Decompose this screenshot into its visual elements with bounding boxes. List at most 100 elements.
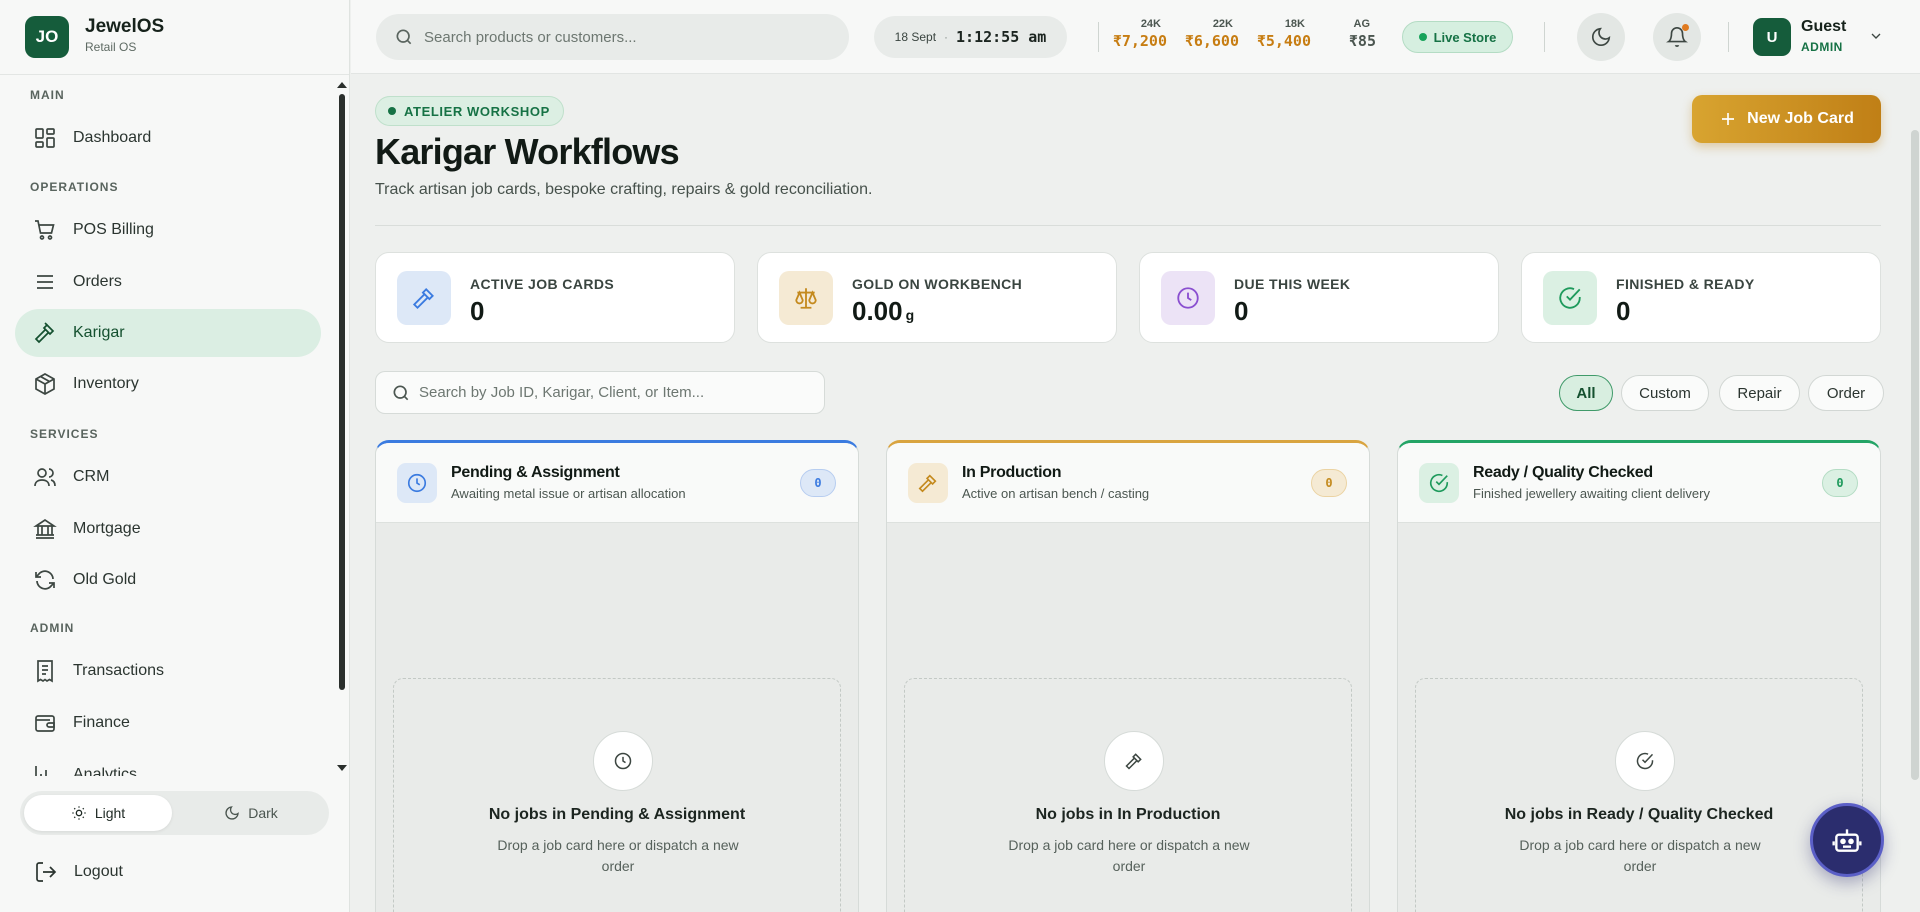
dark-mode-button[interactable] xyxy=(1577,13,1625,61)
column-count: 0 xyxy=(1822,469,1858,497)
stat-unit: g xyxy=(905,307,915,323)
receipt-icon xyxy=(33,659,57,683)
hammer-icon xyxy=(917,472,939,494)
brand-logo[interactable]: JO xyxy=(25,16,69,58)
sidebar-item-crm[interactable]: CRM xyxy=(15,453,321,501)
drop-zone[interactable]: No jobs in In Production Drop a job card… xyxy=(904,678,1352,912)
check-circle-icon xyxy=(1428,472,1450,494)
drop-zone[interactable]: No jobs in Pending & Assignment Drop a j… xyxy=(393,678,841,912)
logout-button[interactable]: Logout xyxy=(34,860,123,884)
stat-finished-and-ready: FINISHED & READY 0 xyxy=(1521,252,1881,343)
empty-state-title: No jobs in In Production xyxy=(1035,806,1221,823)
bank-icon xyxy=(33,517,57,541)
rate-18k: 18K ₹5,400 xyxy=(1244,18,1311,50)
sun-icon xyxy=(71,805,87,821)
stat-icon-box xyxy=(1161,271,1215,325)
notifications-button[interactable] xyxy=(1653,13,1701,61)
sidebar-scroll-down[interactable] xyxy=(337,765,347,771)
sidebar-item-label: Mortgage xyxy=(73,520,141,537)
new-job-card-button[interactable]: New Job Card xyxy=(1692,95,1881,143)
theme-dark-button[interactable]: Dark xyxy=(177,795,325,831)
check-circle-icon xyxy=(1557,285,1583,311)
stat-value: 0 xyxy=(1616,296,1630,327)
page-title: Karigar Workflows xyxy=(375,131,680,172)
stat-number: 0.00 xyxy=(852,296,903,326)
filter-repair[interactable]: Repair xyxy=(1719,375,1800,411)
stat-value: 0 xyxy=(1234,296,1248,327)
sidebar-item-label: Transactions xyxy=(73,662,164,679)
stat-number: 0 xyxy=(470,296,485,326)
hammer-icon xyxy=(1124,751,1144,771)
column-title: Ready / Quality Checked xyxy=(1473,464,1653,481)
stat-label: FINISHED & READY xyxy=(1616,276,1755,292)
filter-order[interactable]: Order xyxy=(1808,375,1884,411)
sidebar-item-old-gold[interactable]: Old Gold xyxy=(15,556,321,604)
live-store-badge[interactable]: Live Store xyxy=(1402,21,1513,53)
sidebar-item-karigar[interactable]: Karigar xyxy=(15,309,321,357)
wallet-icon xyxy=(33,711,57,735)
logout-icon xyxy=(34,860,58,884)
sidebar: JO JewelOS Retail OS MAIN Dashboard OPER… xyxy=(0,0,350,912)
sidebar-item-orders[interactable]: Orders xyxy=(15,258,321,306)
column-header: In Production Active on artisan bench / … xyxy=(887,443,1369,523)
sidebar-scroll-up[interactable] xyxy=(337,82,347,88)
user-name[interactable]: Guest xyxy=(1801,18,1846,36)
robot-icon xyxy=(1831,824,1863,856)
column-header: Pending & Assignment Awaiting metal issu… xyxy=(376,443,858,523)
sidebar-item-label: CRM xyxy=(73,468,110,485)
sidebar-scrollbar[interactable] xyxy=(339,94,345,690)
sidebar-item-mortgage[interactable]: Mortgage xyxy=(15,505,321,553)
column-subtitle: Active on artisan bench / casting xyxy=(962,486,1150,501)
filter-custom[interactable]: Custom xyxy=(1621,375,1709,411)
sidebar-item-pos-billing[interactable]: POS Billing xyxy=(15,206,321,254)
search-icon xyxy=(391,383,411,403)
empty-state-subtitle: Drop a job card here or dispatch a new o… xyxy=(497,837,739,874)
job-search-input[interactable] xyxy=(419,384,819,401)
sidebar-item-analytics[interactable]: Analytics xyxy=(15,751,321,776)
page-subtitle: Track artisan job cards, bespoke craftin… xyxy=(375,181,873,198)
hammer-icon xyxy=(33,321,57,345)
user-avatar[interactable]: U xyxy=(1753,18,1791,56)
nav-section-operations: OPERATIONS xyxy=(30,180,119,194)
stat-number: 0 xyxy=(1234,296,1249,326)
rate-price: ₹85 xyxy=(1348,32,1376,50)
top-header: 18 Sept · 1:12:55 am 24K ₹7,200 22K ₹6,6… xyxy=(351,0,1920,74)
dashboard-icon xyxy=(33,126,57,150)
box-icon xyxy=(33,372,57,396)
rate-24k: 24K ₹7,200 xyxy=(1097,18,1167,50)
current-time: 1:12:55 am xyxy=(956,28,1047,46)
sidebar-item-label: Inventory xyxy=(73,375,139,392)
sidebar-item-label: Dashboard xyxy=(73,129,152,146)
sidebar-item-label: Old Gold xyxy=(73,571,137,588)
sidebar-item-inventory[interactable]: Inventory xyxy=(15,360,321,408)
rate-karat: 22K xyxy=(1212,18,1233,30)
theme-light-button[interactable]: Light xyxy=(24,795,172,831)
column-icon-box xyxy=(397,463,437,503)
stat-number: 0 xyxy=(1616,296,1631,326)
brand-name: JewelOS xyxy=(85,16,165,37)
drop-zone[interactable]: No jobs in Ready / Quality Checked Drop … xyxy=(1415,678,1863,912)
stat-due-this-week: DUE THIS WEEK 0 xyxy=(1139,252,1499,343)
user-role: ADMIN xyxy=(1801,40,1843,54)
users-icon xyxy=(33,465,57,489)
assistant-bot-button[interactable] xyxy=(1810,803,1884,877)
chevron-down-icon[interactable] xyxy=(1868,28,1884,44)
rate-karat: AG xyxy=(1353,18,1371,30)
sidebar-item-finance[interactable]: Finance xyxy=(15,699,321,747)
rate-karat: 18K xyxy=(1284,18,1305,30)
column-count: 0 xyxy=(1311,469,1347,497)
column-icon-box xyxy=(1419,463,1459,503)
check-circle-icon xyxy=(1635,751,1655,771)
filter-all[interactable]: All xyxy=(1559,375,1613,411)
stat-icon-box xyxy=(397,271,451,325)
sidebar-item-dashboard[interactable]: Dashboard xyxy=(15,114,321,162)
list-icon xyxy=(33,270,57,294)
rate-karat: 24K xyxy=(1140,18,1161,30)
main-scrollbar[interactable] xyxy=(1911,130,1919,780)
column-ready: Ready / Quality Checked Finished jewelle… xyxy=(1397,440,1881,912)
theme-dark-label: Dark xyxy=(248,805,278,821)
global-search-input[interactable] xyxy=(424,28,824,46)
sidebar-item-transactions[interactable]: Transactions xyxy=(15,647,321,695)
badge-label: ATELIER WORKSHOP xyxy=(404,103,550,119)
column-subtitle: Awaiting metal issue or artisan allocati… xyxy=(451,486,686,501)
